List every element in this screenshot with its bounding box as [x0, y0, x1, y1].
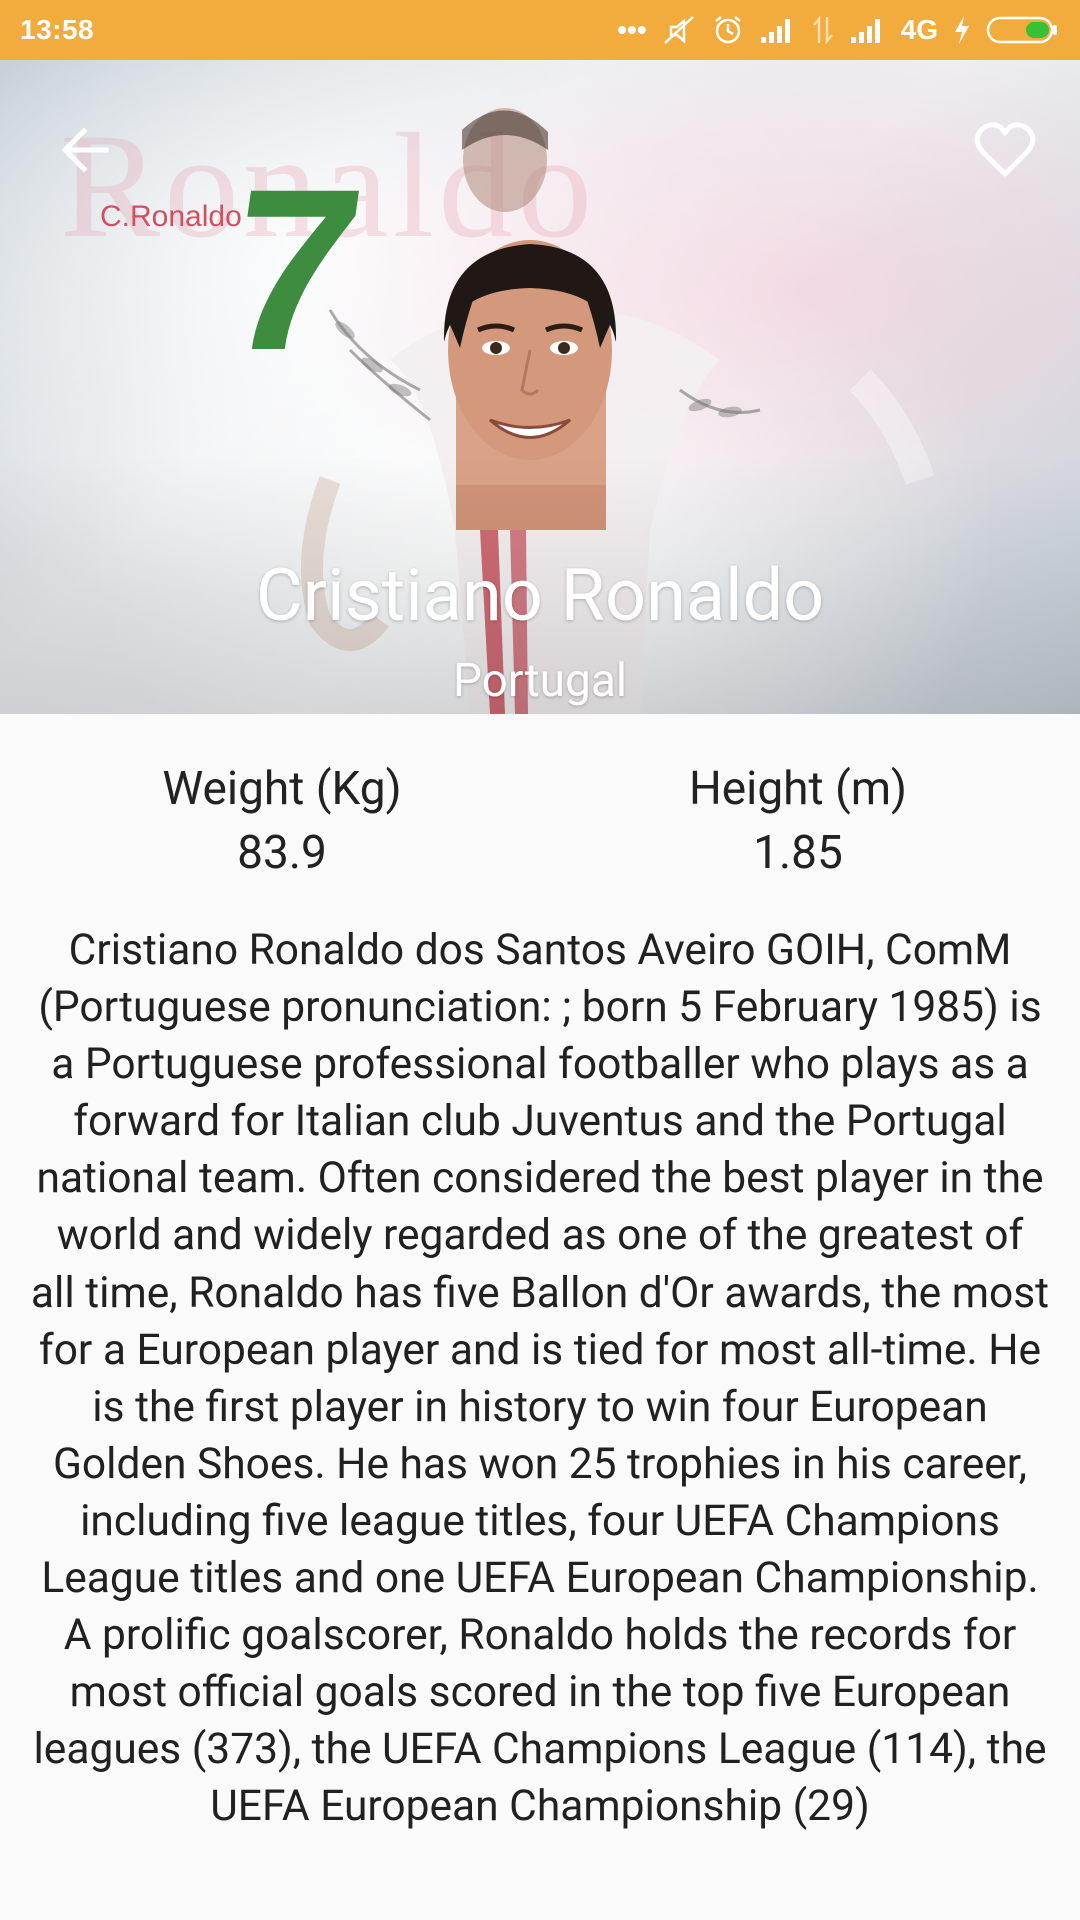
arrow-back-icon — [61, 127, 109, 173]
weight-label: Weight (Kg) — [162, 762, 402, 816]
dots-icon: ••• — [617, 14, 647, 45]
favorite-button[interactable] — [970, 115, 1040, 185]
player-country: Portugal — [452, 654, 628, 708]
weight-value: 83.9 — [237, 826, 327, 880]
signal-icon — [760, 19, 790, 43]
status-icons: ••• 4G — [617, 13, 1060, 47]
charging-icon — [955, 16, 969, 44]
status-bar: 13:58 ••• 4G — [0, 0, 1080, 60]
height-stat: Height (m) 1.85 — [528, 766, 1068, 876]
weight-stat: Weight (Kg) 83.9 — [12, 766, 552, 876]
mute-icon — [663, 16, 694, 44]
battery-icon — [986, 16, 1057, 44]
player-name: Cristiano Ronaldo — [255, 553, 825, 638]
player-biography: Cristiano Ronaldo dos Santos Aveiro GOIH… — [30, 926, 1050, 1832]
back-button[interactable] — [50, 115, 120, 185]
player-header-image: Ronaldo C.Ronaldo 7 Cristiano Ronaldo Po… — [0, 60, 1080, 714]
heart-outline-icon — [974, 122, 1036, 177]
height-value: 1.85 — [753, 826, 843, 880]
network-type: 4G — [900, 14, 938, 45]
player-stats: Weight (Kg) 83.9 Height (m) 1.85 — [0, 766, 1080, 896]
alarm-icon — [714, 16, 741, 44]
height-label: Height (m) — [688, 762, 908, 816]
signal-icon — [850, 19, 880, 43]
data-arrows-icon — [812, 15, 833, 45]
status-time: 13:58 — [20, 14, 95, 45]
